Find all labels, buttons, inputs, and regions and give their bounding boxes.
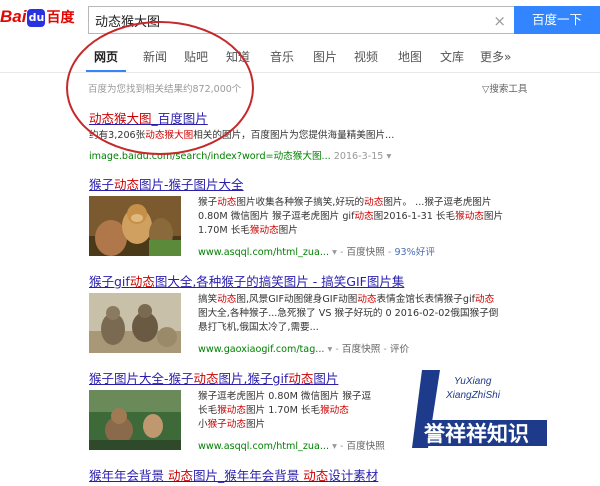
snippet-text: 猴子 xyxy=(198,197,218,208)
dropdown-arrow-icon[interactable]: ▾ xyxy=(332,441,337,452)
dropdown-arrow-icon[interactable]: ▾ xyxy=(332,247,337,258)
highlight-text: 动态 xyxy=(217,294,237,305)
result-title[interactable]: 猴子gif动态图大全,各种猴子的搞笑图片 - 搞笑GIF图片集 xyxy=(89,271,404,290)
snippet-text: 猴子逗老虎图片 0.80M 微信图片 猴子逗 xyxy=(198,391,372,402)
title-text: 设计素材 xyxy=(328,468,379,483)
watermark-line2: XiangZhiShi xyxy=(445,390,501,401)
snippet-text: 表情金馆长表情猴子gif xyxy=(376,294,476,305)
url-text: www.asqql.com/html_zua... xyxy=(198,441,329,452)
snapshot-link[interactable]: 百度快照 xyxy=(342,344,380,355)
cartoon-jungle-image xyxy=(89,390,181,450)
title-text: 图片_猴年年会背景 xyxy=(193,468,304,483)
result-snippet: 猴子逗老虎图片 0.80M 微信图片 猴子逗 长毛猴动态图片 1.70M 长毛猴… xyxy=(198,390,371,432)
snippet-text: 图2016-1-31 长毛 xyxy=(373,211,456,222)
search-button[interactable]: 百度一下 xyxy=(514,6,600,34)
highlight-text: 猴子动态 xyxy=(207,419,246,430)
tab-map[interactable]: 地图 xyxy=(398,48,422,65)
highlight-text: 猴动态 xyxy=(217,405,246,416)
snippet-text: 图片 1.70M 长毛 xyxy=(245,405,321,416)
clear-icon[interactable]: × xyxy=(493,12,506,30)
title-text: 猴子 xyxy=(89,177,115,192)
watermark-graphic: YuXiang XiangZhiShi 誉祥祥知识 xyxy=(412,370,547,448)
highlight-text: 动态 xyxy=(288,371,314,386)
result-url[interactable]: www.asqql.com/html_zua... ▾ - 百度快照 xyxy=(198,438,385,452)
url-text: www.gaoxiaogif.com/tag... xyxy=(198,344,325,355)
snippet-text: 图大全,各种猴子...急死猴了 VS 猴子好玩的 0 2016-02-02俄国猴… xyxy=(198,308,499,319)
result-date: 2016-3-15 xyxy=(333,151,384,162)
highlight-text: 动态 xyxy=(193,371,219,386)
snippet-text: 图片 xyxy=(245,419,266,430)
snippet-text: 长毛 xyxy=(198,405,218,416)
snippet-text: 1.70M 长毛 xyxy=(198,225,250,236)
result-title[interactable]: 猴年年会背景 动态图片_猴年年会背景 动态设计素材 xyxy=(89,465,378,484)
result-url[interactable]: www.asqql.com/html_zua... ▾ - 百度快照 - 93%… xyxy=(198,244,435,258)
logo-text: 百度 xyxy=(46,10,75,26)
highlight-text: 动态 xyxy=(357,294,377,305)
highlight-text: 动态 xyxy=(129,274,155,289)
highlight-text: 动态 xyxy=(217,197,237,208)
tab-wenku[interactable]: 文库 xyxy=(440,48,464,65)
snippet-text: 图,风景GIF动图健身GIF动图 xyxy=(236,294,358,305)
rating-link[interactable]: 93%好评 xyxy=(394,247,435,258)
result-snippet: 搞笑动态图,风景GIF动图健身GIF动图动态表情金馆长表情猴子gif动态 图大全… xyxy=(198,293,498,335)
title-text: 猴子图片大全-猴子 xyxy=(89,371,194,386)
result-url[interactable]: www.gaoxiaogif.com/tag... ▾ - 百度快照 - 评价 xyxy=(198,341,409,355)
highlight-text: 动态 xyxy=(114,177,140,192)
result-title[interactable]: 猴子动态图片-猴子图片大全 xyxy=(89,174,244,193)
snippet-text: 图片 xyxy=(278,225,298,236)
dropdown-arrow-icon[interactable]: ▾ xyxy=(328,344,333,355)
search-tools[interactable]: ▽搜索工具 xyxy=(482,81,527,95)
highlight-text: 猴动态 xyxy=(249,225,279,236)
highlight-text: 猴动态 xyxy=(320,405,349,416)
snapshot-link[interactable]: 百度快照 xyxy=(346,441,384,452)
tab-more[interactable]: 更多» xyxy=(480,48,511,65)
result-thumbnail[interactable] xyxy=(89,293,181,353)
tab-images[interactable]: 图片 xyxy=(313,48,337,65)
watermark-logo: YuXiang XiangZhiShi 誉祥祥知识 xyxy=(412,370,547,448)
url-text: www.asqql.com/html_zua... xyxy=(198,247,329,258)
title-text: 图片,猴子gif xyxy=(218,371,289,386)
monkeys-photo-image xyxy=(89,293,181,353)
title-text: 图大全,各种猴子的搞笑图片 - 搞笑GIF图片集 xyxy=(154,274,405,289)
title-text: 图片-猴子图片大全 xyxy=(139,177,244,192)
paw-icon: du xyxy=(27,9,46,27)
url-text: image.baidu.com/search/index?word=动态猴大图.… xyxy=(89,151,331,162)
highlight-text: 动态 xyxy=(364,197,384,208)
dropdown-arrow-icon[interactable]: ▾ xyxy=(386,151,391,162)
snippet-text: 搞笑 xyxy=(198,294,218,305)
title-text: 图片 xyxy=(313,371,339,386)
tab-music[interactable]: 音乐 xyxy=(270,48,294,65)
snippet-text: 悬打飞机,俄国太冷了,需要... xyxy=(198,322,319,333)
search-tools-label: 搜索工具 xyxy=(489,84,528,95)
snippet-text: 0.80M 微信图片 猴子逗老虎图片 gif xyxy=(198,211,355,222)
result-thumbnail[interactable] xyxy=(89,390,181,450)
logo-bai: Bai xyxy=(0,7,27,26)
baidu-logo[interactable]: Bai du 百度 xyxy=(0,7,84,33)
highlight-text: 猴动态 xyxy=(455,211,484,222)
red-circle-annotation xyxy=(66,21,254,155)
highlight-text: 动态 xyxy=(475,294,495,305)
snippet-text: 小 xyxy=(198,419,208,430)
watermark-main: 誉祥祥知识 xyxy=(424,422,529,446)
result-snippet: 猴子动态图片收集各种猴子搞笑,好玩的动态图片。 ...猴子逗老虎图片 0.80M… xyxy=(198,196,503,238)
watermark-line1: YuXiang xyxy=(454,376,492,387)
header: Baidu百度 × 百度一下 xyxy=(0,0,600,40)
title-text: 猴子gif xyxy=(89,274,130,289)
result-thumbnail[interactable] xyxy=(89,196,181,256)
tab-video[interactable]: 视频 xyxy=(354,48,378,65)
snapshot-link[interactable]: 百度快照 xyxy=(346,247,384,258)
result-title[interactable]: 猴子图片大全-猴子动态图片,猴子gif动态图片 xyxy=(89,368,338,387)
monkey-cartoon-image xyxy=(89,196,181,256)
highlight-text: 动态 xyxy=(354,211,374,222)
snippet-text: 图片收集各种猴子搞笑,好玩的 xyxy=(236,197,365,208)
title-text: 猴年年会背景 xyxy=(89,468,168,483)
snippet-text: 图片。 ...猴子逗老虎图片 xyxy=(383,197,492,208)
highlight-text: 动态 xyxy=(167,468,193,483)
snippet-text: 图片 xyxy=(483,211,504,222)
highlight-text: 动态 xyxy=(303,468,329,483)
rating-link[interactable]: 评价 xyxy=(390,344,409,355)
